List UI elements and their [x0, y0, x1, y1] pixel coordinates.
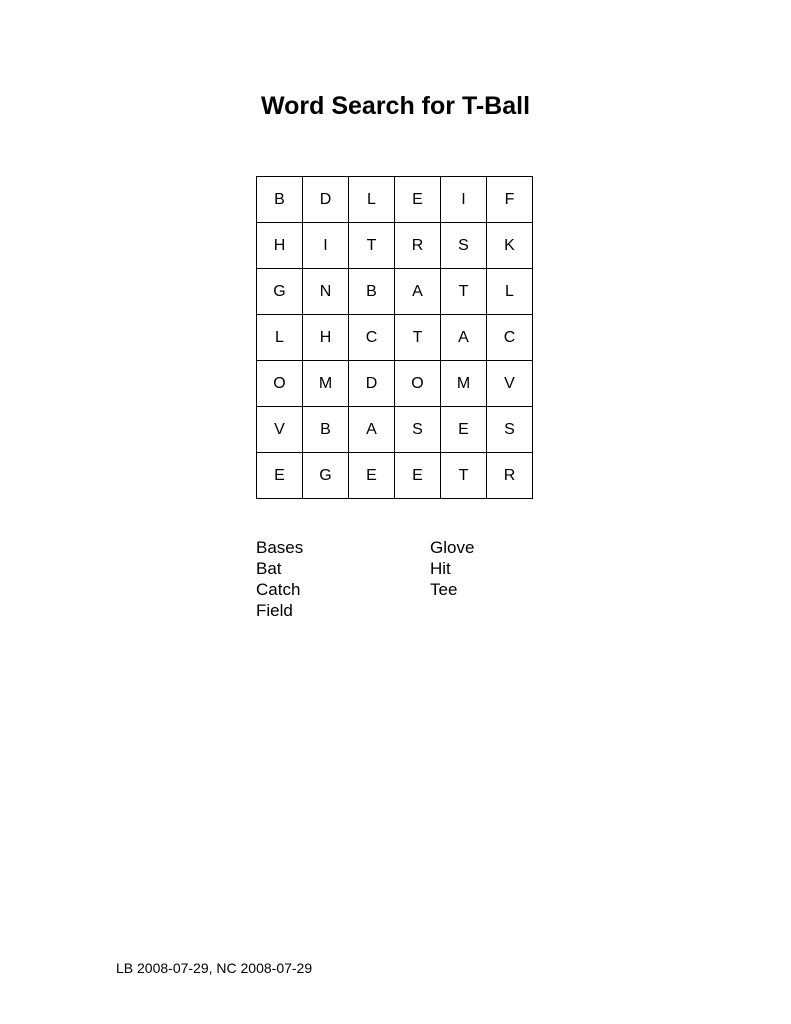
grid-cell: E: [440, 406, 487, 453]
grid-cell: I: [302, 222, 349, 269]
grid-cell: S: [486, 406, 533, 453]
grid-cell: E: [394, 176, 441, 223]
grid-cell: H: [256, 222, 303, 269]
word-item: Hit: [430, 559, 451, 578]
grid-cell: E: [348, 452, 395, 499]
grid-cell: S: [394, 406, 441, 453]
grid-cell: T: [348, 222, 395, 269]
grid-cell: M: [440, 360, 487, 407]
word-search-grid: B D L E I F H I T R S K G N B A T L L H …: [256, 176, 533, 499]
grid-cell: T: [440, 452, 487, 499]
grid-cell: A: [348, 406, 395, 453]
grid-cell: C: [348, 314, 395, 361]
grid-cell: O: [256, 360, 303, 407]
grid-cell: L: [348, 176, 395, 223]
grid-cell: N: [302, 268, 349, 315]
word-item: Bases: [256, 538, 304, 557]
grid-cell: G: [302, 452, 349, 499]
grid-cell: R: [486, 452, 533, 499]
footer-note: LB 2008-07-29, NC 2008-07-29: [116, 960, 313, 976]
grid-cell: E: [256, 452, 303, 499]
grid-cell: L: [486, 268, 533, 315]
grid-row: V B A S E S: [256, 406, 533, 453]
grid-row: L H C T A C: [256, 314, 533, 361]
grid-cell: A: [394, 268, 441, 315]
grid-row: G N B A T L: [256, 268, 533, 315]
grid-cell: M: [302, 360, 349, 407]
grid-cell: C: [486, 314, 533, 361]
grid-cell: O: [394, 360, 441, 407]
word-item: Tee: [430, 580, 458, 599]
grid-cell: B: [348, 268, 395, 315]
grid-cell: S: [440, 222, 487, 269]
grid-cell: T: [440, 268, 487, 315]
grid-cell: T: [394, 314, 441, 361]
grid-cell: L: [256, 314, 303, 361]
grid-row: B D L E I F: [256, 176, 533, 223]
page-title: Word Search for T-Ball: [260, 92, 531, 120]
grid-cell: D: [302, 176, 349, 223]
grid-cell: V: [256, 406, 303, 453]
grid-cell: V: [486, 360, 533, 407]
word-list-column-2: Glove Hit Tee: [430, 537, 474, 600]
word-list-column-1: Bases Bat Catch Field: [256, 537, 303, 621]
word-item: Field: [256, 601, 293, 620]
grid-cell: A: [440, 314, 487, 361]
grid-cell: K: [486, 222, 533, 269]
grid-row: E G E E T R: [256, 452, 533, 499]
grid-cell: E: [394, 452, 441, 499]
word-item: Bat: [256, 559, 282, 578]
grid-cell: I: [440, 176, 487, 223]
grid-cell: H: [302, 314, 349, 361]
grid-cell: B: [256, 176, 303, 223]
grid-row: H I T R S K: [256, 222, 533, 269]
grid-cell: F: [486, 176, 533, 223]
grid-cell: R: [394, 222, 441, 269]
word-list: Bases Bat Catch Field Glove Hit Tee: [256, 537, 556, 627]
grid-cell: D: [348, 360, 395, 407]
grid-row: O M D O M V: [256, 360, 533, 407]
word-item: Glove: [430, 538, 475, 557]
word-item: Catch: [256, 580, 301, 599]
grid-cell: B: [302, 406, 349, 453]
grid-cell: G: [256, 268, 303, 315]
